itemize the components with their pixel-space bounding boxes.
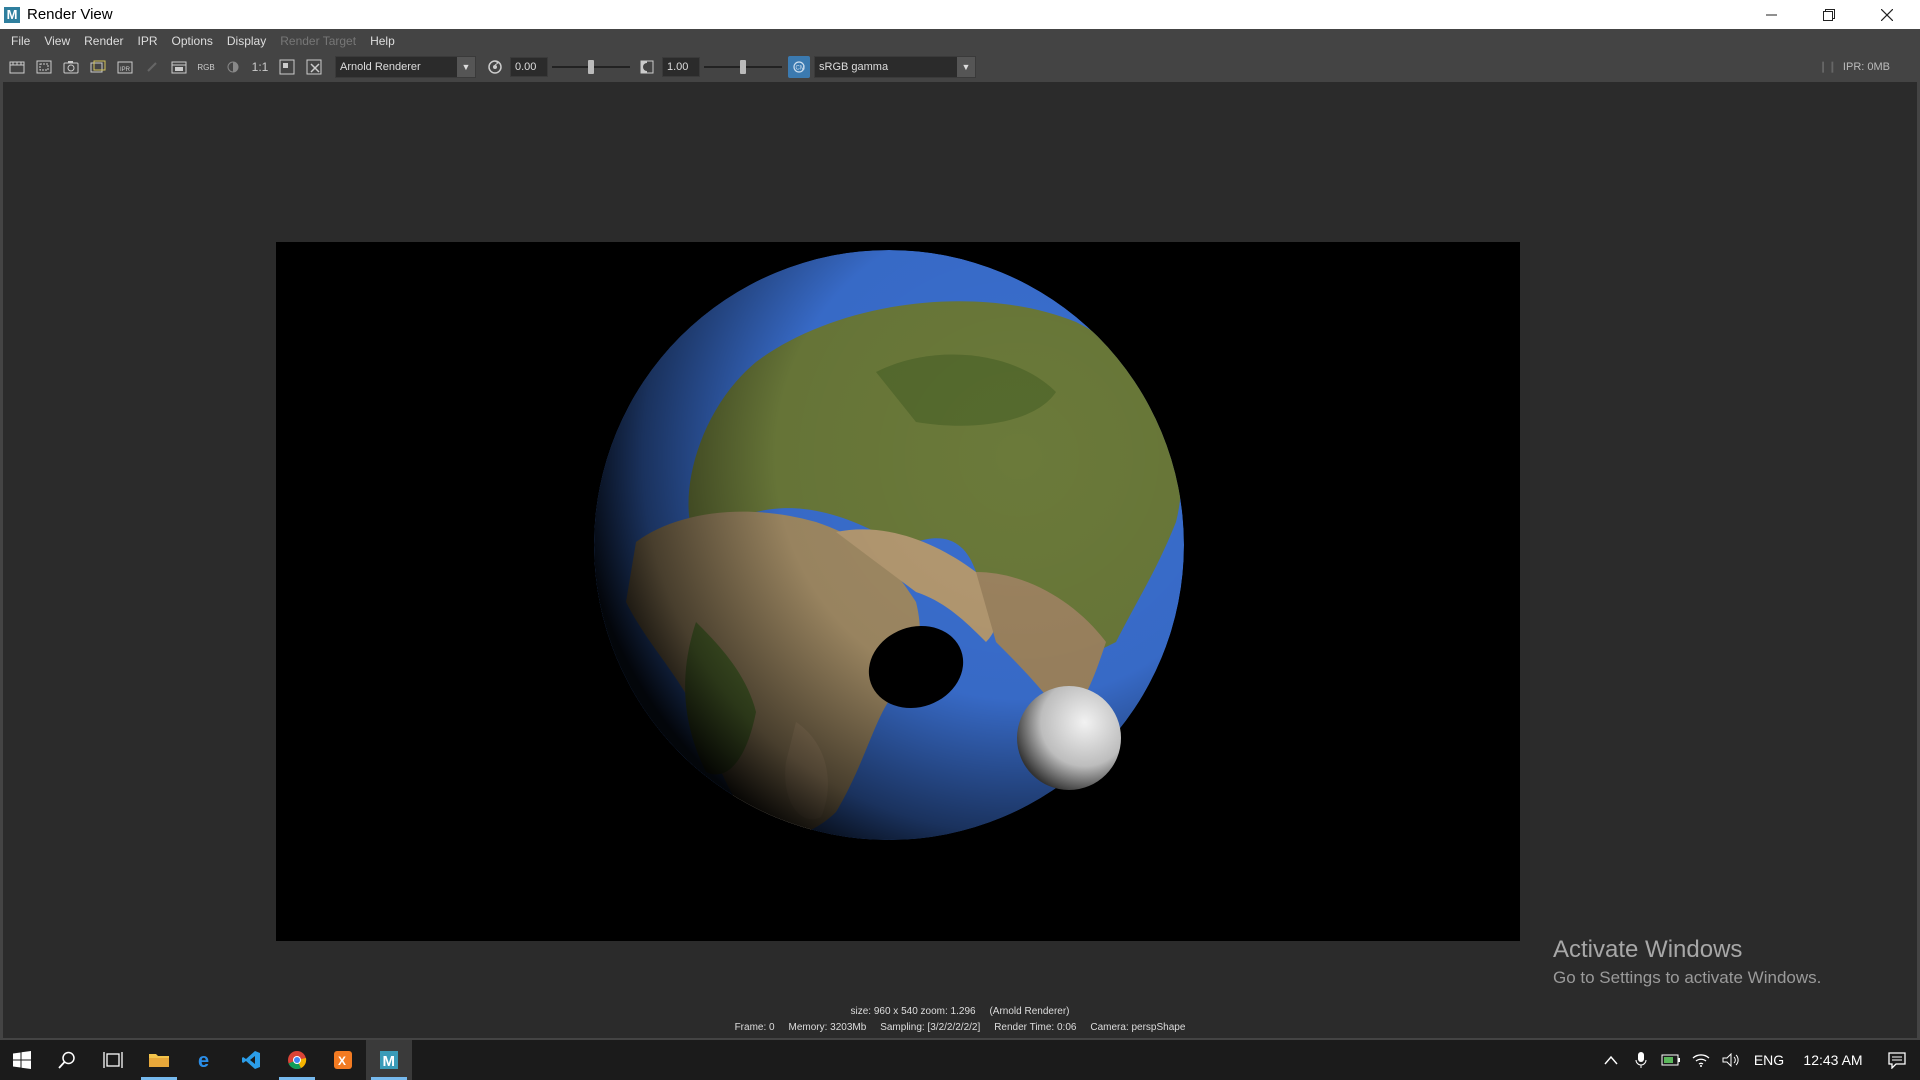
render-view-window: M Render View File View Render IPR Optio…: [0, 0, 1920, 1038]
file-explorer-icon[interactable]: [136, 1040, 182, 1080]
menu-render-target: Render Target: [280, 33, 357, 48]
render-time-info: Render Time: 0:06: [994, 1022, 1077, 1033]
render-region-icon[interactable]: [35, 58, 53, 76]
chevron-down-icon: ▼: [957, 57, 975, 77]
remove-image-icon[interactable]: [305, 58, 323, 76]
exposure-reset-icon[interactable]: [486, 58, 504, 76]
gamma-slider[interactable]: [704, 57, 782, 77]
renderer-select[interactable]: Arnold Renderer ▼: [335, 56, 476, 78]
snapshot-icon[interactable]: [62, 58, 80, 76]
display-region-icon[interactable]: [278, 58, 296, 76]
battery-icon[interactable]: [1656, 1040, 1686, 1080]
menu-options[interactable]: Options: [165, 34, 220, 48]
render-viewport[interactable]: [3, 82, 1917, 1038]
memory-info: Memory: 3203Mb: [788, 1022, 867, 1033]
edge-icon[interactable]: e: [182, 1040, 228, 1080]
show-hidden-icons-icon[interactable]: [1596, 1040, 1626, 1080]
xampp-icon[interactable]: X: [320, 1040, 366, 1080]
moon: [1017, 686, 1121, 790]
render-renderer-info: (Arnold Renderer): [989, 1006, 1070, 1017]
wifi-icon[interactable]: [1686, 1040, 1716, 1080]
render-stats-line: Frame: 0 Memory: 3203Mb Sampling: [3/2/2…: [0, 1022, 1920, 1033]
render-toolbar: IPR RGB 1:1 Arnold Renderer ▼ 0.00 1.00 …: [0, 52, 1920, 82]
render-sequence-icon[interactable]: [89, 58, 107, 76]
camera-info: Camera: perspShape: [1090, 1022, 1186, 1033]
volume-icon[interactable]: [1716, 1040, 1746, 1080]
svg-text:M: M: [383, 1053, 396, 1070]
svg-text:X: X: [338, 1054, 346, 1068]
real-size-button[interactable]: 1:1: [251, 58, 269, 76]
rgb-channel-button[interactable]: RGB: [197, 58, 215, 76]
exposure-slider-thumb[interactable]: [588, 60, 594, 74]
menu-view[interactable]: View: [37, 34, 77, 48]
watermark-heading: Activate Windows: [1553, 936, 1743, 963]
action-center-icon[interactable]: [1874, 1040, 1920, 1080]
pause-ipr-icon[interactable]: ❙❙: [1818, 61, 1836, 73]
rendered-image: [276, 242, 1520, 941]
menu-bar: File View Render IPR Options Display Ren…: [0, 29, 1920, 52]
search-icon[interactable]: [44, 1040, 90, 1080]
refresh-ipr-icon: [143, 58, 161, 76]
render-settings-icon[interactable]: [170, 58, 188, 76]
svg-text:IPR: IPR: [120, 67, 131, 73]
frame-info: Frame: 0: [734, 1022, 775, 1033]
sampling-info: Sampling: [3/2/2/2/2/2]: [880, 1022, 981, 1033]
alpha-channel-icon[interactable]: [224, 58, 242, 76]
menu-display[interactable]: Display: [220, 34, 273, 48]
menu-help[interactable]: Help: [363, 34, 402, 48]
activate-windows-watermark: Activate Windows Go to Settings to activ…: [1553, 936, 1821, 988]
render-info-line: size: 960 x 540 zoom: 1.296 (Arnold Rend…: [0, 1006, 1920, 1017]
color-space-value: sRGB gamma: [819, 61, 889, 73]
menu-render[interactable]: Render: [77, 34, 130, 48]
window-title: Render View: [27, 6, 113, 23]
render-canvas: [276, 242, 1520, 941]
chevron-down-icon: ▼: [457, 57, 475, 77]
title-bar: M Render View: [0, 0, 1920, 29]
exposure-field[interactable]: 0.00: [510, 57, 548, 77]
render-size-info: size: 960 x 540 zoom: 1.296: [850, 1006, 976, 1017]
system-tray: ENG 12:43 AM: [1596, 1040, 1920, 1080]
color-management-toggle[interactable]: CM: [788, 56, 810, 78]
vscode-icon[interactable]: [228, 1040, 274, 1080]
svg-text:e: e: [198, 1050, 209, 1070]
close-button[interactable]: [1858, 0, 1916, 29]
color-space-select[interactable]: sRGB gamma ▼: [814, 56, 976, 78]
watermark-subtext: Go to Settings to activate Windows.: [1553, 968, 1822, 987]
exposure-slider[interactable]: [552, 57, 630, 77]
gamma-field[interactable]: 1.00: [662, 57, 700, 77]
minimize-button[interactable]: [1742, 0, 1800, 29]
gamma-slider-thumb[interactable]: [740, 60, 746, 74]
maya-icon: M: [4, 6, 20, 23]
task-view-icon[interactable]: [90, 1040, 136, 1080]
ipr-memory-indicator: ❙❙ IPR: 0MB: [1818, 60, 1890, 73]
clock[interactable]: 12:43 AM: [1792, 1040, 1874, 1080]
restore-button[interactable]: [1800, 0, 1858, 29]
chrome-icon[interactable]: [274, 1040, 320, 1080]
ipr-render-icon[interactable]: IPR: [116, 58, 134, 76]
start-icon[interactable]: [0, 1040, 44, 1080]
maya-icon[interactable]: M: [366, 1040, 412, 1080]
menu-ipr[interactable]: IPR: [131, 34, 165, 48]
microphone-icon[interactable]: [1626, 1040, 1656, 1080]
menu-file[interactable]: File: [4, 34, 37, 48]
gamma-reset-icon[interactable]: [638, 58, 656, 76]
redo-render-icon[interactable]: [8, 58, 26, 76]
language-indicator[interactable]: ENG: [1746, 1040, 1792, 1080]
svg-text:CM: CM: [796, 66, 805, 72]
renderer-select-value: Arnold Renderer: [340, 61, 421, 73]
windows-taskbar: e X M ENG 12:43 AM: [0, 1040, 1920, 1080]
ipr-memory-label: IPR: 0MB: [1842, 61, 1890, 73]
